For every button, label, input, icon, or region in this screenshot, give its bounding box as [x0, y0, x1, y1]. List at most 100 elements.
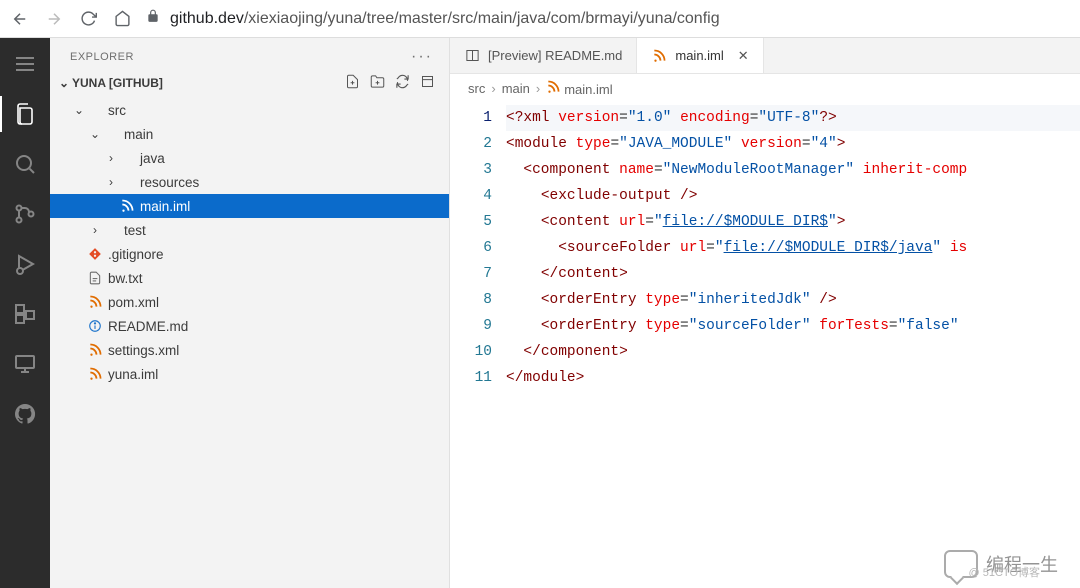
tree-label: src: [108, 103, 126, 118]
tree-label: settings.xml: [108, 343, 179, 358]
tree-folder[interactable]: ›test: [50, 218, 449, 242]
rss-icon: [86, 367, 104, 381]
line-number: 1: [450, 105, 506, 131]
tree-file[interactable]: settings.xml: [50, 338, 449, 362]
tree-label: bw.txt: [108, 271, 143, 286]
chevron-icon: ⌄: [88, 127, 102, 141]
collapse-icon[interactable]: [420, 74, 435, 92]
rss-icon: [86, 295, 104, 309]
reload-button[interactable]: [78, 9, 98, 29]
chevron-icon: ›: [104, 175, 118, 189]
lock-icon: [146, 9, 160, 28]
editor-tab[interactable]: main.iml ✕: [637, 38, 763, 73]
file-tree: ⌄src ⌄ main › java ›resources main.iml ›test .gi…: [50, 98, 449, 386]
activity-bar: [0, 38, 50, 588]
tree-folder[interactable]: ⌄ main: [50, 122, 449, 146]
forward-button[interactable]: [44, 9, 64, 29]
tree-file[interactable]: .gitignore: [50, 242, 449, 266]
tree-label: main.iml: [140, 199, 190, 214]
tree-label: README.md: [108, 319, 188, 334]
code-line[interactable]: <content url="file://$MODULE_DIR$">: [506, 209, 1080, 235]
line-number: 6: [450, 235, 506, 261]
new-folder-icon[interactable]: [370, 74, 385, 92]
url-text: github.dev/xiexiaojing/yuna/tree/master/…: [170, 10, 720, 28]
line-number: 11: [450, 365, 506, 391]
rss-icon: [86, 343, 104, 357]
rss-icon: [118, 199, 136, 213]
breadcrumb-sep: ›: [536, 81, 540, 96]
tree-label: main: [124, 127, 153, 142]
new-file-icon[interactable]: [345, 74, 360, 92]
editor-tab[interactable]: [Preview] README.md: [450, 38, 637, 73]
tree-label: java: [140, 151, 165, 166]
preview-icon: [464, 48, 480, 63]
chevron-icon: ›: [88, 223, 102, 237]
txt-icon: [86, 271, 104, 285]
code-line[interactable]: <exclude-output />: [506, 183, 1080, 209]
back-button[interactable]: [10, 9, 30, 29]
code-line[interactable]: <component name="NewModuleRootManager" i…: [506, 157, 1080, 183]
breadcrumb: src›main›main.iml: [450, 74, 1080, 103]
rss-icon: [651, 49, 667, 63]
activity-search-icon[interactable]: [11, 150, 39, 178]
editor-area: [Preview] README.mdmain.iml✕ src›main›ma…: [450, 38, 1080, 588]
tree-file[interactable]: pom.xml: [50, 290, 449, 314]
code-line[interactable]: <orderEntry type="sourceFolder" forTests…: [506, 313, 1080, 339]
activity-extensions-icon[interactable]: [11, 300, 39, 328]
line-number: 4: [450, 183, 506, 209]
activity-debug-icon[interactable]: [11, 250, 39, 278]
tree-folder[interactable]: ›resources: [50, 170, 449, 194]
activity-explorer-icon[interactable]: [11, 100, 39, 128]
editor-tabs: [Preview] README.md main.iml ✕: [450, 38, 1080, 74]
code-line[interactable]: <module type="JAVA_MODULE" version="4">: [506, 131, 1080, 157]
activity-menu-icon[interactable]: [11, 50, 39, 78]
breadcrumb-item[interactable]: main.iml: [546, 80, 612, 97]
explorer-sidebar: EXPLORER ··· ⌄ YUNA [GITHUB] ⌄src⌄main›j…: [50, 38, 450, 588]
watermark: 编程一生 @ 51CTO博客: [944, 550, 1058, 578]
code-line[interactable]: <?xml version="1.0" encoding="UTF-8"?>: [506, 105, 1080, 131]
code-line[interactable]: </module>: [506, 365, 1080, 391]
explorer-title: EXPLORER: [70, 51, 134, 63]
explorer-more-icon[interactable]: ···: [411, 48, 433, 66]
code-line[interactable]: <orderEntry type="inheritedJdk" />: [506, 287, 1080, 313]
git-icon: [86, 247, 104, 261]
tab-label: main.iml: [675, 48, 723, 63]
tree-label: pom.xml: [108, 295, 159, 310]
tree-file[interactable]: main.iml: [50, 194, 449, 218]
code-line[interactable]: </content>: [506, 261, 1080, 287]
tree-file[interactable]: bw.txt: [50, 266, 449, 290]
tree-label: .gitignore: [108, 247, 164, 262]
tree-file[interactable]: yuna.iml: [50, 362, 449, 386]
chevron-down-icon: ⌄: [56, 76, 72, 90]
line-number: 3: [450, 157, 506, 183]
url-bar[interactable]: github.dev/xiexiaojing/yuna/tree/master/…: [146, 9, 1070, 28]
tree-folder[interactable]: ⌄src: [50, 98, 449, 122]
breadcrumb-item[interactable]: src: [468, 81, 485, 96]
activity-remote-icon[interactable]: [11, 350, 39, 378]
rss-icon: [546, 82, 560, 97]
breadcrumb-item[interactable]: main: [502, 81, 530, 96]
browser-toolbar: github.dev/xiexiaojing/yuna/tree/master/…: [0, 0, 1080, 38]
refresh-icon[interactable]: [395, 74, 410, 92]
activity-github-icon[interactable]: [11, 400, 39, 428]
activity-source-control-icon[interactable]: [11, 200, 39, 228]
code-line[interactable]: <sourceFolder url="file://$MODULE_DIR$/j…: [506, 235, 1080, 261]
tree-folder[interactable]: › java: [50, 146, 449, 170]
line-number: 9: [450, 313, 506, 339]
line-number: 2: [450, 131, 506, 157]
tab-label: [Preview] README.md: [488, 48, 622, 63]
code-line[interactable]: </component>: [506, 339, 1080, 365]
code-editor[interactable]: 1<?xml version="1.0" encoding="UTF-8"?>2…: [450, 103, 1080, 391]
line-number: 7: [450, 261, 506, 287]
tree-file[interactable]: README.md: [50, 314, 449, 338]
chevron-icon: ›: [104, 151, 118, 165]
close-icon[interactable]: ✕: [738, 48, 749, 64]
project-name: YUNA [GITHUB]: [72, 76, 163, 90]
project-header[interactable]: ⌄ YUNA [GITHUB]: [50, 70, 449, 98]
line-number: 10: [450, 339, 506, 365]
line-number: 5: [450, 209, 506, 235]
info-icon: [86, 319, 104, 333]
home-button[interactable]: [112, 9, 132, 29]
tree-label: yuna.iml: [108, 367, 158, 382]
line-number: 8: [450, 287, 506, 313]
